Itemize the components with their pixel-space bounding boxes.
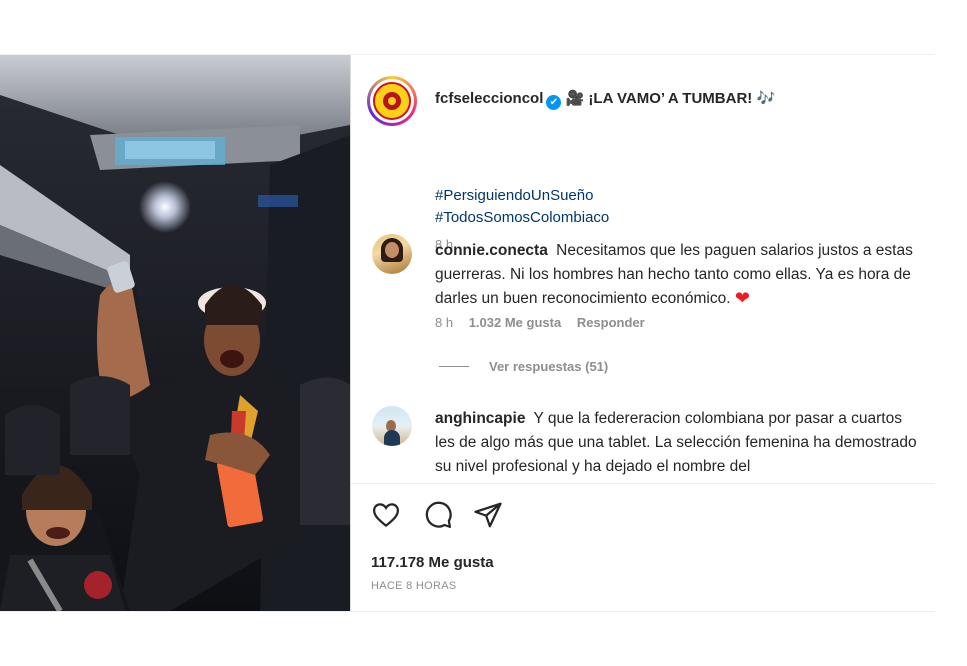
commenter-avatar[interactable] xyxy=(372,406,412,446)
send-icon[interactable] xyxy=(473,500,503,530)
red-heart-emoji: ❤ xyxy=(734,288,750,308)
avatar-body xyxy=(384,430,400,446)
caption-title: ¡LA VAMO’ A TUMBAR! xyxy=(588,90,753,107)
ball-icon xyxy=(383,92,401,110)
verified-badge-icon: ✔ xyxy=(546,95,562,110)
comment-icon[interactable] xyxy=(423,500,453,530)
comment-meta: 8 h 1.032 Me gusta Responder xyxy=(435,315,657,330)
likes-count[interactable]: 117.178 Me gusta xyxy=(371,554,494,571)
author-avatar[interactable] xyxy=(367,76,417,126)
music-emoji: 🎶 xyxy=(756,90,776,107)
comment-time: 8 h xyxy=(435,315,454,330)
comment-username[interactable]: anghincapie xyxy=(435,410,525,427)
comment-item: anghincapie Y que la federeracion colomb… xyxy=(435,407,919,479)
reply-button[interactable]: Responder xyxy=(577,315,645,330)
avatar-face xyxy=(385,242,399,258)
post-caption: fcfseleccioncol ✔ 🎥 ¡LA VAMO’ A TUMBAR! 🎶 xyxy=(435,88,919,110)
replies-divider xyxy=(439,366,469,367)
post-timestamp: HACE 8 HORAS xyxy=(371,580,457,592)
post-side-panel: fcfseleccioncol ✔ 🎥 ¡LA VAMO’ A TUMBAR! 🎶… xyxy=(350,55,935,611)
hashtag-list: #PersiguiendoUnSueño #TodosSomosColombia… xyxy=(435,185,609,229)
video-frame-image xyxy=(0,55,350,611)
post-actions-bar: 117.178 Me gusta HACE 8 HORAS xyxy=(351,483,935,612)
heart-icon[interactable] xyxy=(371,500,401,530)
author-username[interactable]: fcfseleccioncol xyxy=(435,90,543,107)
instagram-post: fcfseleccioncol ✔ 🎥 ¡LA VAMO’ A TUMBAR! 🎶… xyxy=(0,54,935,612)
comments-section[interactable]: fcfseleccioncol ✔ 🎥 ¡LA VAMO’ A TUMBAR! 🎶… xyxy=(351,55,935,483)
camera-emoji: 🎥 xyxy=(565,90,585,107)
commenter-avatar[interactable] xyxy=(372,234,412,274)
view-replies-label: Ver respuestas (51) xyxy=(489,359,609,374)
post-video[interactable] xyxy=(0,55,350,611)
hashtag-link[interactable]: #PersiguiendoUnSueño xyxy=(435,185,609,207)
comment-likes[interactable]: 1.032 Me gusta xyxy=(469,315,562,330)
federation-crest-logo xyxy=(373,82,411,120)
hashtag-link[interactable]: #TodosSomosColombiaco xyxy=(435,207,609,229)
view-replies-button[interactable]: Ver respuestas (51) xyxy=(439,359,608,374)
comment-username[interactable]: connie.conecta xyxy=(435,242,548,259)
comment-item: connie.conecta Necesitamos que les pague… xyxy=(435,239,919,311)
